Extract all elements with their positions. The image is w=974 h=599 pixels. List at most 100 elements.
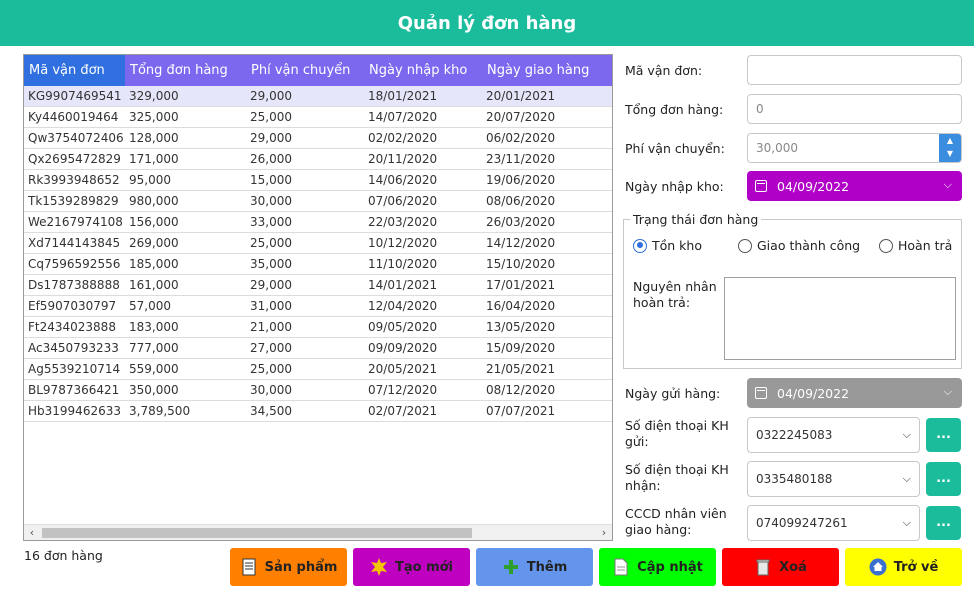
table-row[interactable]: Ac3450793233 777,000 27,000 09/09/2020 15/09… — [24, 338, 612, 359]
sdt-nhan-select[interactable]: 0335480188 ⌵ — [747, 461, 920, 497]
sdt-gui-browse-button[interactable]: ... — [926, 418, 961, 452]
tao-moi-label: Tạo mới — [394, 559, 454, 575]
table-row[interactable]: Ft2434023888 183,000 21,000 09/05/2020 13/05… — [24, 317, 612, 338]
table-cell: 27,000 — [250, 341, 292, 355]
sdt-gui-select[interactable]: 0322245083 ⌵ — [747, 417, 920, 453]
column-header-ngay-nhap-kho[interactable]: Ngày nhập kho — [364, 55, 482, 86]
table-cell: 26/03/2020 — [486, 215, 556, 229]
table-cell: Ft2434023888 — [28, 320, 116, 334]
trash-icon — [754, 558, 772, 576]
table-cell: 21,000 — [250, 320, 292, 334]
table-row[interactable]: We2167974108 156,000 33,000 22/03/2020 26/03… — [24, 212, 612, 233]
horizontal-scrollbar[interactable]: ‹ › — [24, 524, 612, 540]
table-cell: 25,000 — [250, 110, 292, 124]
table-row[interactable]: KG9907469541 329,000 29,000 18/01/2021 20/01… — [24, 86, 612, 107]
table-cell: 13/05/2020 — [486, 320, 556, 334]
radio-button-icon[interactable] — [633, 238, 647, 253]
table-cell: 11/10/2020 — [368, 257, 438, 271]
ngay-nhap-kho-value: 04/09/2022 — [777, 178, 850, 194]
table-cell: 14/12/2020 — [486, 236, 556, 250]
table-row[interactable]: Xd7144143845 269,000 25,000 10/12/2020 14/12… — [24, 233, 612, 254]
cap-nhat-label: Cập nhật — [637, 559, 703, 575]
sdt-gui-label: Số điện thoại KH gửi: — [625, 418, 729, 450]
table-cell: 26,000 — [250, 152, 292, 166]
cccd-select[interactable]: 074099247261 ⌵ — [747, 505, 920, 541]
scroll-left-icon[interactable]: ‹ — [24, 525, 40, 540]
column-header-ngay-giao-hang[interactable]: Ngày giao hàng — [482, 55, 612, 86]
ngay-gui-hang-datepicker[interactable]: 04/09/2022 ⌵ — [747, 378, 962, 408]
table-cell: KG9907469541 — [28, 89, 122, 103]
chevron-down-icon: ⌵ — [902, 472, 911, 485]
table-row[interactable]: Hb3199462633 3,789,500 34,500 02/07/2021 07/… — [24, 401, 612, 422]
radio-button-icon[interactable] — [879, 238, 893, 253]
xoa-button[interactable]: Xoá — [722, 548, 839, 586]
table-row[interactable]: Cq7596592556 185,000 35,000 11/10/2020 15/10… — [24, 254, 612, 275]
table-row[interactable]: BL9787366421 350,000 30,000 07/12/2020 08/12… — [24, 380, 612, 401]
table-cell: Tk1539289829 — [28, 194, 119, 208]
plus-icon — [502, 558, 520, 576]
column-header-ma-van-don[interactable]: Mã vận đơn — [24, 55, 125, 86]
table-cell: 20/11/2020 — [368, 152, 438, 166]
radio-button-icon[interactable] — [738, 238, 752, 253]
cccd-value: 074099247261 — [756, 516, 848, 530]
table-cell: 30,000 — [250, 194, 292, 208]
column-header-phi-van-chuyen[interactable]: Phí vận chuyển — [246, 55, 364, 86]
table-cell: 559,000 — [129, 362, 179, 376]
table-row[interactable]: Ky4460019464 325,000 25,000 14/07/2020 20/07… — [24, 107, 612, 128]
san-pham-label: Sản phẩm — [264, 559, 338, 575]
calendar-icon — [755, 180, 767, 192]
ngay-gui-hang-label: Ngày gửi hàng: — [625, 386, 721, 401]
orders-table[interactable]: Mã vận đơn Tổng đơn hàng Phí vận chuyển … — [23, 54, 613, 541]
stepper-down-icon[interactable]: ▼ — [939, 147, 961, 160]
table-row[interactable]: Qx2695472829 171,000 26,000 20/11/2020 23/11… — [24, 149, 612, 170]
home-icon — [869, 558, 887, 576]
phi-van-chuyen-stepper[interactable]: 30,000 ▲ ▼ — [747, 133, 962, 163]
cccd-browse-button[interactable]: ... — [926, 506, 961, 540]
reason-textarea[interactable] — [724, 277, 956, 360]
new-badge-icon — [370, 558, 388, 576]
table-cell: 07/12/2020 — [368, 383, 438, 397]
stepper-up-icon[interactable]: ▲ — [939, 134, 961, 147]
reason-label: Nguyên nhân hoàn trả: — [633, 279, 717, 311]
sdt-nhan-label: Số điện thoại KH nhận: — [625, 462, 729, 494]
them-button[interactable]: Thêm — [476, 548, 593, 586]
column-header-tong-don-hang[interactable]: Tổng đơn hàng — [125, 55, 246, 86]
table-cell: Cq7596592556 — [28, 257, 121, 271]
table-header: Mã vận đơn Tổng đơn hàng Phí vận chuyển … — [24, 55, 612, 86]
table-row[interactable]: Tk1539289829 980,000 30,000 07/06/2020 08/06… — [24, 191, 612, 212]
scroll-right-icon[interactable]: › — [596, 525, 612, 540]
tao-moi-button[interactable]: Tạo mới — [353, 548, 470, 586]
table-cell: 29,000 — [250, 131, 292, 145]
phi-van-chuyen-value: 30,000 — [756, 141, 798, 155]
sdt-nhan-label-line2: nhận: — [625, 478, 661, 493]
table-row[interactable]: Ef5907030797 57,000 31,000 12/04/2020 16/04/… — [24, 296, 612, 317]
table-row[interactable]: Ds1787388888 161,000 29,000 14/01/2021 17/01… — [24, 275, 612, 296]
radio-hoan-tra[interactable]: Hoàn trả — [879, 238, 952, 253]
ma-van-don-input[interactable] — [747, 55, 962, 85]
table-cell: 29,000 — [250, 278, 292, 292]
trang-thai-group: Trạng thái đơn hàng Tồn kho Giao thành c… — [623, 212, 962, 369]
calendar-icon — [755, 387, 767, 399]
table-cell: 156,000 — [129, 215, 179, 229]
radio-ton-kho[interactable]: Tồn kho — [633, 238, 702, 253]
table-cell: 777,000 — [129, 341, 179, 355]
scrollbar-thumb[interactable] — [42, 528, 472, 538]
ngay-nhap-kho-datepicker[interactable]: 04/09/2022 ⌵ — [747, 171, 962, 201]
table-cell: 08/12/2020 — [486, 383, 556, 397]
table-row[interactable]: Ag5539210714 559,000 25,000 20/05/2021 21/05… — [24, 359, 612, 380]
tro-ve-button[interactable]: Trở về — [845, 548, 962, 586]
table-row[interactable]: Qw3754072406 128,000 29,000 02/02/2020 06/02… — [24, 128, 612, 149]
table-cell: 128,000 — [129, 131, 179, 145]
ngay-gui-hang-value: 04/09/2022 — [777, 385, 850, 401]
table-row[interactable]: Rk3993948652 95,000 15,000 14/06/2020 19/06/… — [24, 170, 612, 191]
table-cell: Ac3450793233 — [28, 341, 119, 355]
stepper-buttons[interactable]: ▲ ▼ — [939, 134, 961, 162]
table-cell: Xd7144143845 — [28, 236, 121, 250]
san-pham-button[interactable]: Sản phẩm — [230, 548, 347, 586]
sdt-nhan-browse-button[interactable]: ... — [926, 462, 961, 496]
table-cell: 15/09/2020 — [486, 341, 556, 355]
tong-don-hang-input[interactable]: 0 — [747, 94, 962, 124]
cap-nhat-button[interactable]: Cập nhật — [599, 548, 716, 586]
radio-ton-kho-label: Tồn kho — [652, 238, 702, 253]
radio-giao-thanh-cong[interactable]: Giao thành công — [738, 238, 860, 253]
